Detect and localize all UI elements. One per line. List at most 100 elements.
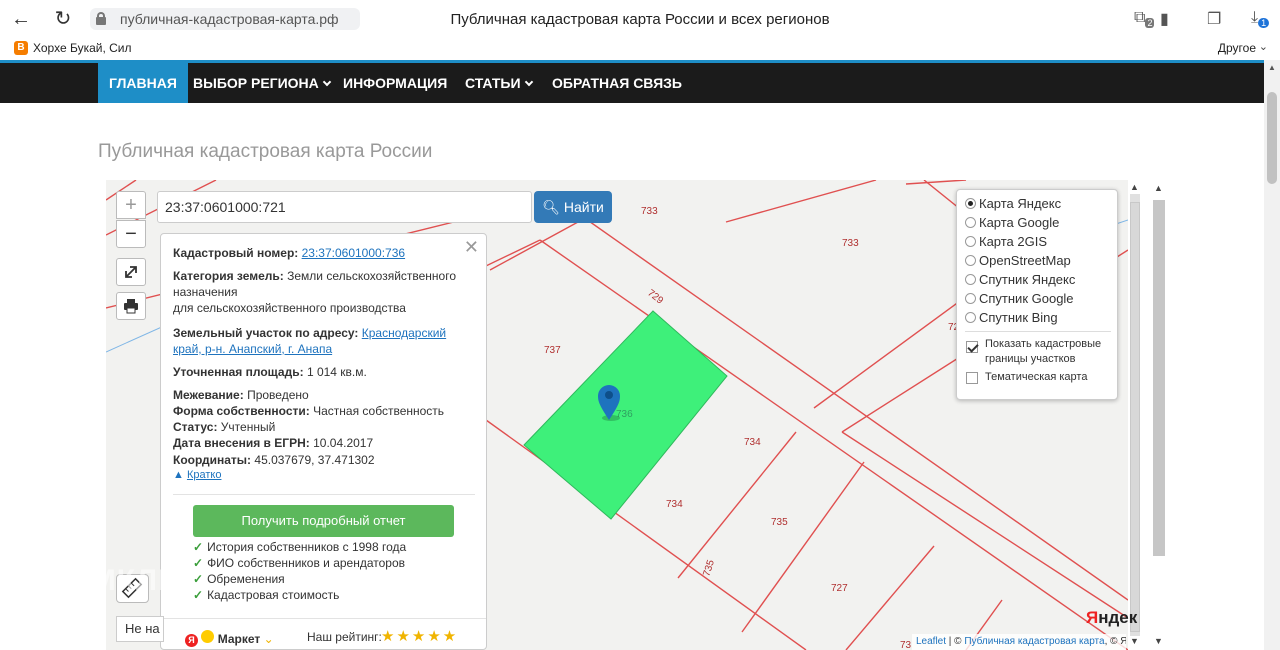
scroll-up-icon[interactable]: ▲: [1130, 182, 1139, 192]
layer-option-label: Спутник Яндекс: [979, 272, 1076, 287]
radio[interactable]: [965, 312, 976, 323]
date-row: Дата внесения в ЕГРН: 10.04.2017: [173, 435, 478, 451]
nav-feedback[interactable]: ОБРАТНАЯ СВЯЗЬ: [541, 63, 693, 103]
market-label: Маркет: [217, 632, 261, 646]
scroll-up-icon[interactable]: ▲: [1268, 63, 1276, 72]
radio[interactable]: [965, 217, 976, 228]
other-bookmarks[interactable]: Другое: [1218, 41, 1256, 55]
scroll-up-icon[interactable]: ▲: [1154, 183, 1163, 193]
yandex-logo: Яндек: [1086, 608, 1137, 628]
category-value-2: для сельскохозяйственного производства: [173, 301, 406, 315]
tabs-icon[interactable]: ⧉ 2: [1134, 9, 1155, 29]
brief-toggle[interactable]: ▲ Кратко: [173, 469, 221, 481]
nav-articles-label: СТАТЬИ: [465, 75, 521, 91]
get-report-button[interactable]: Получить подробный отчет: [193, 505, 454, 537]
radio-selected[interactable]: [965, 198, 976, 209]
market-badge[interactable]: Я Маркет ⌄: [185, 630, 274, 647]
bookmark-item[interactable]: Хорхе Букай, Сил: [33, 41, 132, 55]
yandex-logo-first: Я: [1086, 608, 1099, 627]
feature-label: Обременения: [207, 572, 285, 586]
borders-checkbox[interactable]: [966, 341, 978, 353]
nav-articles[interactable]: СТАТЬИ: [454, 63, 543, 103]
plot-label: 735: [701, 558, 717, 578]
nav-region-label: ВЫБОР РЕГИОНА: [193, 75, 319, 91]
cad-number-row: Кадастровый номер: 23:37:0601000:736: [173, 245, 478, 261]
plot-label: 734: [666, 499, 683, 510]
nav-info[interactable]: ИНФОРМАЦИЯ: [332, 63, 458, 103]
layer-option-bing-sat[interactable]: Спутник Bing: [965, 310, 1058, 325]
layer-option-yandex-map[interactable]: Карта Яндекс: [965, 196, 1061, 211]
divider: [173, 494, 475, 495]
page-scrollbar[interactable]: ▲: [1264, 60, 1280, 650]
bookmark-icon[interactable]: ▮: [1160, 9, 1169, 29]
zoom-out-button[interactable]: −: [116, 220, 146, 248]
panel-scroll-thumb[interactable]: [1153, 200, 1165, 556]
map-scroll-thumb[interactable]: [1130, 202, 1140, 632]
layer-option-google-map[interactable]: Карта Google: [965, 215, 1059, 230]
layer-option-yandex-sat[interactable]: Спутник Яндекс: [965, 272, 1075, 287]
layer-option-label: Карта Яндекс: [979, 196, 1062, 211]
page-scroll-thumb[interactable]: [1267, 92, 1277, 184]
download-icon[interactable]: ⤓ 1: [1251, 9, 1270, 29]
print-icon: [124, 299, 138, 314]
layer-option-2gis[interactable]: Карта 2GIS: [965, 234, 1047, 249]
chevron-down-icon[interactable]: ⌄: [1259, 40, 1268, 53]
map-hint-button[interactable]: Не на: [116, 616, 164, 642]
nav-home[interactable]: ГЛАВНАЯ: [98, 63, 188, 103]
plot-label: 729: [645, 288, 665, 307]
blogger-icon: B: [14, 41, 28, 55]
ownership-value: Частная собственность: [313, 404, 445, 418]
coords-row: Координаты: 45.037679, 37.471302: [173, 452, 478, 468]
search-icon: 🔍︎: [542, 199, 560, 215]
feature-item: ✓ Кадастровая стоимость: [193, 588, 339, 602]
plot-boundary: [841, 431, 1128, 619]
layer-option-label: Спутник Bing: [979, 310, 1058, 325]
zoom-in-button[interactable]: +: [116, 191, 146, 219]
plot-boundary: [677, 431, 797, 579]
fullscreen-button[interactable]: [116, 258, 146, 286]
feature-item: ✓ История собственников с 1998 года: [193, 540, 406, 554]
chevron-down-icon: [524, 77, 533, 87]
print-button[interactable]: [116, 292, 146, 320]
address-label: Земельный участок по адресу:: [173, 326, 359, 340]
scroll-down-icon[interactable]: ▼: [1154, 636, 1163, 646]
radio[interactable]: [965, 274, 976, 285]
layer-option-label: OpenStreetMap: [979, 253, 1071, 268]
thematic-checkbox[interactable]: [966, 372, 978, 384]
radio[interactable]: [965, 293, 976, 304]
feature-item: ✓ Обременения: [193, 572, 285, 586]
rating-stars: ★★★★★: [381, 628, 459, 645]
nav-region[interactable]: ВЫБОР РЕГИОНА: [182, 63, 341, 103]
divider: [965, 331, 1111, 332]
leaflet-link[interactable]: Leaflet: [916, 636, 946, 647]
thematic-checkbox-label: Тематическая карта: [985, 371, 1088, 383]
plot-label: 735: [771, 517, 788, 528]
plot-label: 737: [544, 345, 561, 356]
radio[interactable]: [965, 255, 976, 266]
attribution-link[interactable]: Публичная кадастровая карта: [964, 636, 1104, 647]
layer-option-osm[interactable]: OpenStreetMap: [965, 253, 1071, 268]
triangle-up-icon: ▲: [173, 469, 184, 481]
find-button[interactable]: 🔍︎ Найти: [534, 191, 612, 223]
radio[interactable]: [965, 236, 976, 247]
survey-row: Межевание: Проведено: [173, 387, 478, 403]
scroll-down-icon[interactable]: ▼: [1130, 636, 1139, 646]
map-scrollbar[interactable]: ▲ ▲ ▼ ▼: [1128, 180, 1168, 650]
cad-number-link[interactable]: 23:37:0601000:736: [302, 246, 405, 260]
coords-label: Координаты:: [173, 453, 252, 467]
browser-toolbar: ← ↻ публичная-кадастровая-карта.рф Публи…: [0, 0, 1280, 38]
survey-value: Проведено: [247, 388, 309, 402]
layer-option-label: Спутник Google: [979, 291, 1074, 306]
status-value: Учтенный: [220, 420, 276, 434]
layer-option-google-sat[interactable]: Спутник Google: [965, 291, 1074, 306]
yandex-icon: Я: [185, 634, 198, 647]
plot-label: 733: [641, 206, 658, 217]
cadastral-search-input[interactable]: [157, 191, 532, 223]
ownership-label: Форма собственности:: [173, 404, 310, 418]
chevron-down-icon: [322, 77, 332, 87]
plot-boundary: [905, 180, 967, 185]
feature-label: История собственников с 1998 года: [207, 540, 407, 554]
collections-icon[interactable]: ❐: [1207, 9, 1221, 29]
divider: [161, 618, 486, 619]
plot-label: 73: [900, 640, 912, 650]
